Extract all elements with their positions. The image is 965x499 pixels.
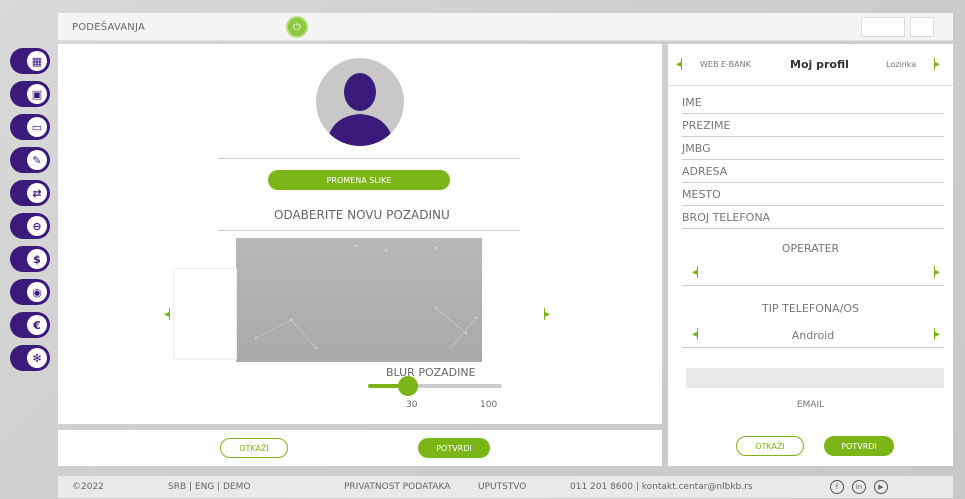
- profile-form-panel: ◂ WEB E-BANK Moj profil Lozinka ▸ IME PR…: [668, 44, 953, 466]
- sidebar-item-8[interactable]: ◉: [10, 279, 50, 305]
- phone-type-prev-arrow-icon[interactable]: ◂: [692, 328, 699, 340]
- language-links[interactable]: SRB | ENG | DEMO: [168, 482, 251, 492]
- divider: [218, 158, 520, 159]
- email-label: EMAIL: [796, 400, 825, 410]
- top-control-box-small[interactable]: [910, 17, 934, 37]
- choose-background-label: ODABERITE NOVU POZADINU: [274, 208, 450, 222]
- tab-lozinka[interactable]: Lozinka: [886, 60, 916, 69]
- top-bar: PODEŠAVANJA ⏻: [58, 13, 953, 41]
- divider: [218, 230, 520, 231]
- operater-next-arrow-icon[interactable]: ▸: [933, 266, 940, 278]
- sidebar-item-7[interactable]: $: [10, 246, 50, 272]
- background-preview[interactable]: [236, 238, 482, 362]
- exchange-icon: ⇄: [27, 183, 47, 203]
- phone-type-label: TIP TELEFONA/OS: [762, 302, 859, 315]
- pen-icon: ✎: [27, 150, 47, 170]
- sidebar-item-10[interactable]: ✻: [10, 345, 50, 371]
- address-field[interactable]: ADRESA: [682, 161, 944, 183]
- sidebar-item-9[interactable]: €: [10, 312, 50, 338]
- copyright: ©2022: [72, 482, 104, 492]
- phone-type-next-arrow-icon[interactable]: ▸: [933, 328, 940, 340]
- operater-label: OPERATER: [781, 242, 840, 255]
- tabs: ◂ WEB E-BANK Moj profil Lozinka ▸: [668, 44, 953, 86]
- change-picture-button[interactable]: PROMENA SLIKE: [268, 170, 450, 190]
- guide-link[interactable]: UPUTSTVO: [478, 482, 526, 492]
- sidebar-item-3[interactable]: ▭: [10, 114, 50, 140]
- operater-prev-arrow-icon[interactable]: ◂: [692, 266, 699, 278]
- prev-background-arrow-icon[interactable]: ◂: [164, 308, 171, 320]
- sidebar-item-2[interactable]: ▣: [10, 81, 50, 107]
- tab-prev-arrow-icon[interactable]: ◂: [676, 58, 683, 70]
- phone-type-select[interactable]: Android ◂ ▸: [682, 324, 944, 348]
- sidebar-item-6[interactable]: ⊖: [10, 213, 50, 239]
- blur-slider-handle[interactable]: [398, 376, 419, 396]
- profile-image-panel: PROMENA SLIKE ODABERITE NOVU POZADINU ◂ …: [58, 44, 662, 424]
- sidebar: ▦ ▣ ▭ ✎ ⇄ ⊖ $ ◉ € ✻: [10, 48, 52, 378]
- youtube-icon[interactable]: ▶: [874, 480, 888, 494]
- briefcase-icon: ▣: [27, 84, 47, 104]
- blur-max: 100: [480, 400, 498, 410]
- location-icon: ◉: [27, 282, 47, 302]
- euro-icon: €: [27, 315, 47, 335]
- operater-select[interactable]: ◂ ▸: [682, 262, 944, 286]
- contact-info: 011 201 8600 | kontakt.centar@nlbkb.rs: [570, 482, 753, 492]
- city-field[interactable]: MESTO: [682, 184, 944, 206]
- profile-cancel-button[interactable]: OTKAŽI: [736, 436, 804, 456]
- sidebar-item-5[interactable]: ⇄: [10, 180, 50, 206]
- phone-number-field[interactable]: BROJ TELEFONA: [682, 207, 944, 229]
- linkedin-icon[interactable]: in: [852, 480, 866, 494]
- power-icon[interactable]: ⏻: [286, 16, 308, 38]
- email-input[interactable]: [686, 368, 944, 388]
- settings-icon: ✻: [27, 348, 47, 368]
- cancel-button[interactable]: OTKAŽI: [220, 438, 288, 458]
- background-thumbnail[interactable]: [173, 268, 237, 360]
- tab-next-arrow-icon[interactable]: ▸: [934, 58, 940, 70]
- left-actions-bar: OTKAŽI POTVRDI: [58, 430, 662, 466]
- privacy-link[interactable]: PRIVATNOST PODATAKA: [344, 482, 450, 492]
- top-control-box[interactable]: [861, 17, 905, 37]
- page-title: PODEŠAVANJA: [72, 22, 145, 33]
- sidebar-item-1[interactable]: ▦: [10, 48, 50, 74]
- profile-confirm-button[interactable]: POTVRDI: [824, 436, 894, 456]
- last-name-field[interactable]: PREZIME: [682, 115, 944, 137]
- blur-value: 30: [406, 400, 418, 410]
- avatar: [316, 58, 404, 146]
- sidebar-item-4[interactable]: ✎: [10, 147, 50, 173]
- blur-label: BLUR POZADINE: [386, 366, 476, 379]
- footer: ©2022 SRB | ENG | DEMO PRIVATNOST PODATA…: [58, 476, 953, 498]
- tab-moj-profil[interactable]: Moj profil: [790, 58, 849, 71]
- first-name-field[interactable]: IME: [682, 92, 944, 114]
- dollar-icon: $: [27, 249, 47, 269]
- chart-icon: ▦: [27, 51, 47, 71]
- card-icon: ▭: [27, 117, 47, 137]
- tab-web-ebank[interactable]: WEB E-BANK: [700, 60, 751, 69]
- phone-type-value: Android: [791, 329, 835, 342]
- jmbg-field[interactable]: JMBG: [682, 138, 944, 160]
- confirm-button[interactable]: POTVRDI: [418, 438, 490, 458]
- next-background-arrow-icon[interactable]: ▸: [544, 308, 550, 320]
- minus-card-icon: ⊖: [27, 216, 47, 236]
- facebook-icon[interactable]: f: [830, 480, 844, 494]
